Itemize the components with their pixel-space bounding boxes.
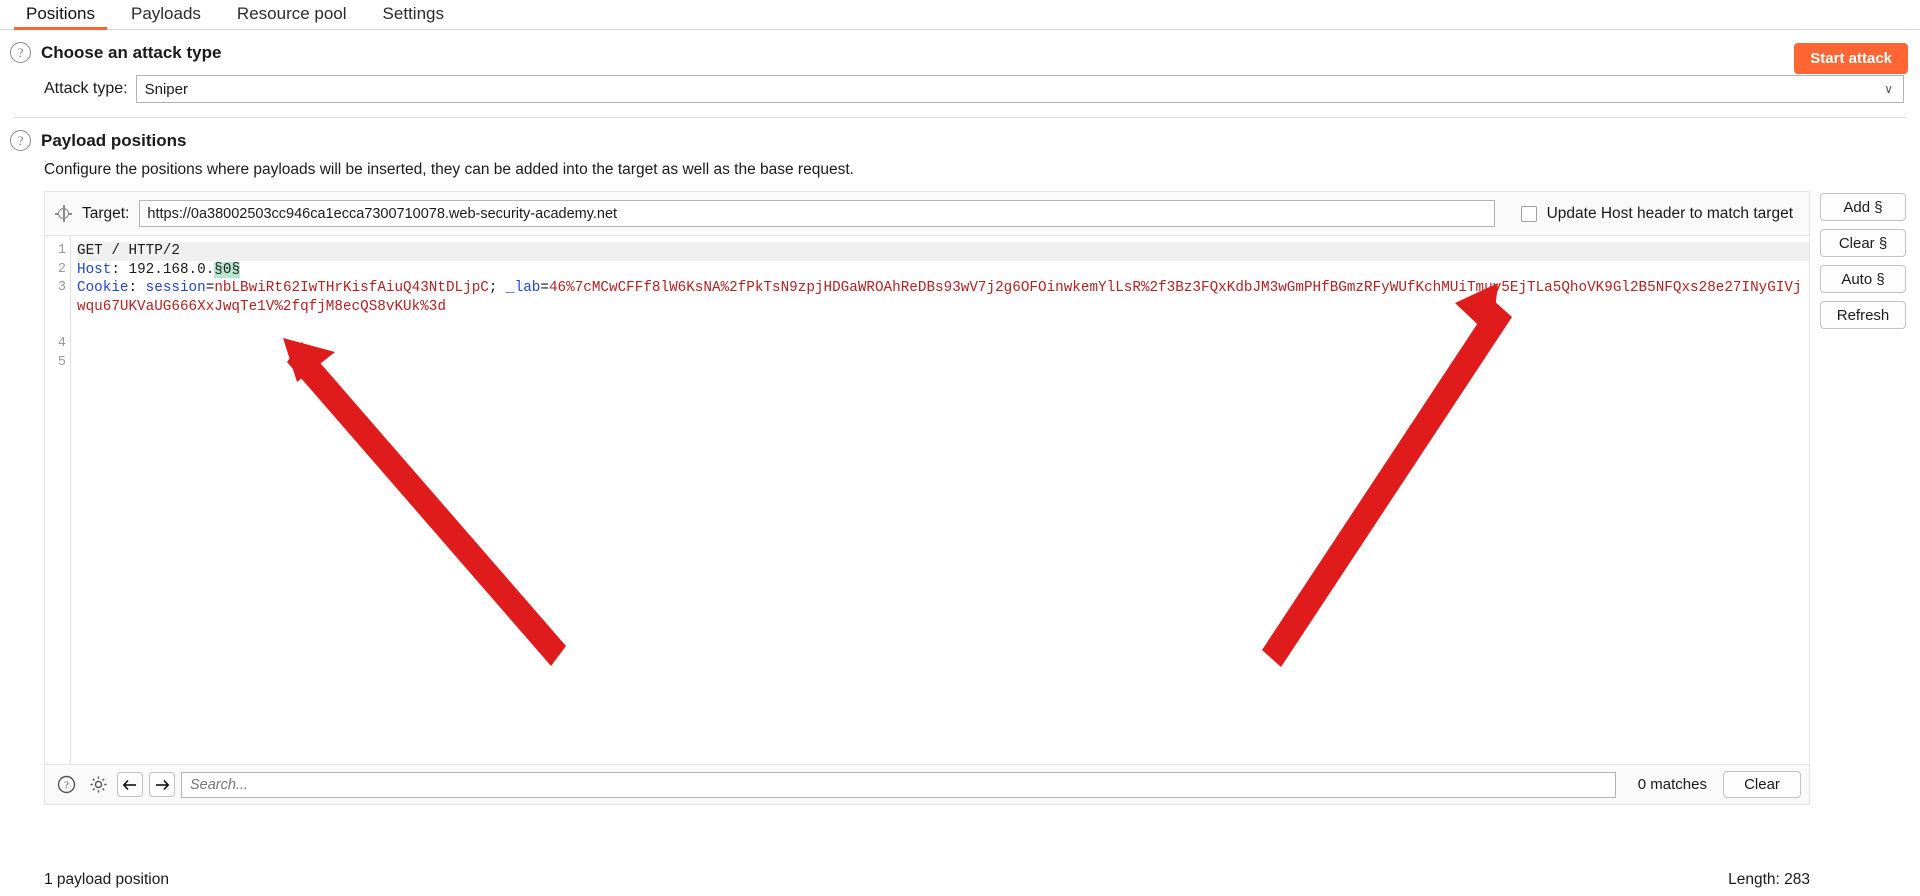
update-host-header-label: Update Host header to match target [1546,204,1793,222]
cookie-value-session: nbLBwiRt62IwTHrKisfAiuQ43NtDLjpC [214,280,489,297]
line-number: 5 [57,354,66,370]
search-input[interactable] [181,771,1616,798]
clear-markers-button[interactable]: Clear § [1820,229,1906,257]
refresh-button[interactable]: Refresh [1820,301,1906,329]
add-marker-button[interactable]: Add § [1820,193,1906,221]
target-input[interactable] [139,200,1495,227]
line-number: 2 [57,261,66,277]
section-description: Configure the positions where payloads w… [44,161,854,178]
svg-text:?: ? [64,780,69,792]
payload-editor-panel: Target: Update Host header to match targ… [44,191,1906,805]
line-number: 1 [57,243,66,258]
main-tab-bar: Positions Payloads Resource pool Setting… [0,0,1920,30]
attack-type-select[interactable]: Sniper ∨ [135,75,1904,103]
target-label: Target: [82,204,130,222]
request-line-method: GET / HTTP/2 [77,243,180,259]
search-matches-count: 0 matches [1637,776,1707,793]
start-attack-button[interactable]: Start attack [1794,43,1908,74]
clear-search-button[interactable]: Clear [1723,771,1801,798]
semicolon-sep: ; [488,280,507,297]
editor-container: Target: Update Host header to match targ… [44,191,1810,805]
request-header-host: Host [77,261,112,278]
cookie-name-session: session [145,280,206,297]
payload-position-marker[interactable]: §0§ [214,261,241,278]
tab-payloads[interactable]: Payloads [113,2,219,29]
tab-resource-pool[interactable]: Resource pool [219,2,365,29]
payload-position-count: 1 payload position [44,871,169,888]
line-number: 4 [57,335,66,351]
payload-marker-buttons: Add § Clear § Auto § Refresh [1820,193,1906,329]
help-circle-icon[interactable]: ? [53,772,79,797]
line-number-wrap-filler [45,316,66,335]
arrow-right-icon[interactable] [149,772,175,797]
attack-type-row: Attack type: Sniper ∨ [0,71,1920,103]
tab-settings[interactable]: Settings [365,2,462,29]
attack-type-value: Sniper [144,80,188,98]
line-number: 3 [57,280,66,296]
line-number-gutter: 1 2 3 4 5 [45,236,71,764]
attack-type-header: ? Choose an attack type [0,30,1920,71]
tab-positions[interactable]: Positions [8,2,113,30]
update-host-header-checkbox-wrap[interactable]: Update Host header to match target [1505,205,1799,223]
editor-search-bar: ? 0 matches Clear [45,764,1809,804]
attack-type-label: Attack type: [44,80,128,97]
http-request-editor[interactable]: 1 2 3 4 5 GET / HTTP/2 Host: 192.168.0.§0… [45,235,1809,764]
arrow-left-icon[interactable] [117,772,143,797]
target-crosshair-icon [55,205,72,222]
request-length: Length: 283 [1728,871,1810,888]
payload-positions-section: ? Payload positions Configure the positi… [0,118,1920,179]
equals-sep: = [540,280,549,297]
chevron-down-icon[interactable]: ∨ [1884,82,1893,96]
cookie-name-lab: _lab [506,280,541,297]
section-title: Payload positions [41,130,187,150]
payload-positions-header: ? Payload positions [0,118,1920,159]
colon-sep: : [128,280,146,297]
colon-sep: : [111,261,129,278]
request-header-cookie: Cookie [77,280,129,297]
auto-markers-button[interactable]: Auto § [1820,265,1906,293]
help-circle-icon[interactable]: ? [10,42,31,63]
host-value: 192.168.0. [128,261,215,278]
status-bar: 1 payload position Length: 283 [0,864,1920,896]
line-number-wrap-filler [45,298,66,317]
update-host-header-checkbox[interactable] [1520,205,1537,222]
attack-type-section: ? Choose an attack type Attack type: Sni… [0,30,1920,103]
target-row: Target: Update Host header to match targ… [45,192,1809,235]
gear-icon[interactable] [85,772,111,797]
page-title: Choose an attack type [41,42,222,62]
help-circle-icon[interactable]: ? [10,130,31,151]
request-text[interactable]: GET / HTTP/2 Host: 192.168.0.§0§ Cookie: s… [71,236,1809,764]
